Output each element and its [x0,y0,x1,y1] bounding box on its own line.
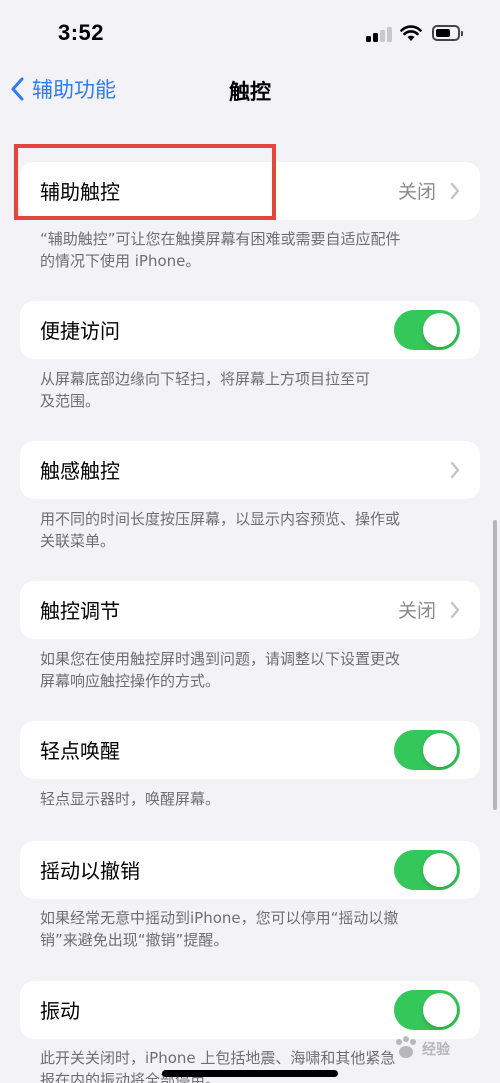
footnote-line: 从屏幕底部边缘向下轻扫，将屏幕上方项目拉至可 [40,370,371,388]
footnote-line: 及范围。 [40,392,101,410]
chevron-right-icon [450,601,460,619]
chevron-right-icon [450,461,460,479]
footnote: 从屏幕底部边缘向下轻扫，将屏幕上方项目拉至可 及范围。 [40,368,460,412]
footnote-line: 如果经常无意中摇动到iPhone，您可以停用“摇动以撤 [40,909,399,927]
tap-to-wake-toggle[interactable] [394,730,460,770]
status-time: 3:52 [58,20,105,45]
row-label: 振动 [40,999,80,1023]
scrollbar[interactable] [493,520,497,810]
row-value: 关闭 [397,600,436,622]
footnote-line: “辅助触控”可让您在触摸屏幕有困难或需要自适应配件 [40,230,401,248]
shake-to-undo-toggle[interactable] [394,850,460,890]
page-title: 触控 [229,80,271,104]
wifi-icon [400,25,422,41]
status-bar: 3:52 [0,0,500,66]
footnote: 轻点显示器时，唤醒屏幕。 [40,788,460,810]
row-label: 摇动以撤销 [40,859,140,883]
row-tap-to-wake: 轻点唤醒 [20,721,480,779]
vibration-toggle[interactable] [394,990,460,1030]
footnote: “辅助触控”可让您在触摸屏幕有困难或需要自适应配件 的情况下使用 iPhone。 [40,228,460,272]
row-label: 便捷访问 [40,319,120,343]
footnote-line: 如果您在使用触控屏时遇到问题，请调整以下设置更改 [40,650,401,668]
row-value: 关闭 [397,181,436,203]
footnote-line: 的情况下使用 iPhone。 [40,252,201,270]
watermark-text: 经验 [422,1042,450,1058]
battery-icon [432,25,463,41]
watermark: 经验 [392,1030,492,1070]
row-reachability: 便捷访问 [20,301,480,359]
row-label: 触控调节 [40,599,120,623]
chevron-right-icon [450,182,460,200]
footnote-line: 用不同的时间长度按压屏幕，以显示内容预览、操作或 [40,510,401,528]
footnote-line: 屏幕响应触控操作的方式。 [40,672,221,690]
row-haptic-touch[interactable]: 触感触控 [20,441,480,499]
paw-logo-icon [396,1036,416,1058]
navigation-bar: 辅助功能 触控 [0,66,500,112]
row-label: 轻点唤醒 [40,739,120,763]
red-highlight-box [14,144,276,220]
row-shake-to-undo: 摇动以撤销 [20,841,480,899]
row-touch-accommodations[interactable]: 触控调节 关闭 [20,581,480,639]
home-indicator[interactable] [162,1070,338,1077]
footnote-line: 轻点显示器时，唤醒屏幕。 [40,790,221,808]
reachability-toggle[interactable] [394,310,460,350]
row-label: 触感触控 [40,459,120,483]
footnote: 用不同的时间长度按压屏幕，以显示内容预览、操作或 关联菜单。 [40,508,460,552]
footnote: 如果经常无意中摇动到iPhone，您可以停用“摇动以撤 销”来避免出现“撤销”提… [40,907,460,951]
cellular-signal-icon [366,26,392,42]
footnote: 如果您在使用触控屏时遇到问题，请调整以下设置更改 屏幕响应触控操作的方式。 [40,648,460,692]
footnote-line: 关联菜单。 [40,532,116,550]
footnote-line: 销”来避免出现“撤销”提醒。 [40,931,229,949]
